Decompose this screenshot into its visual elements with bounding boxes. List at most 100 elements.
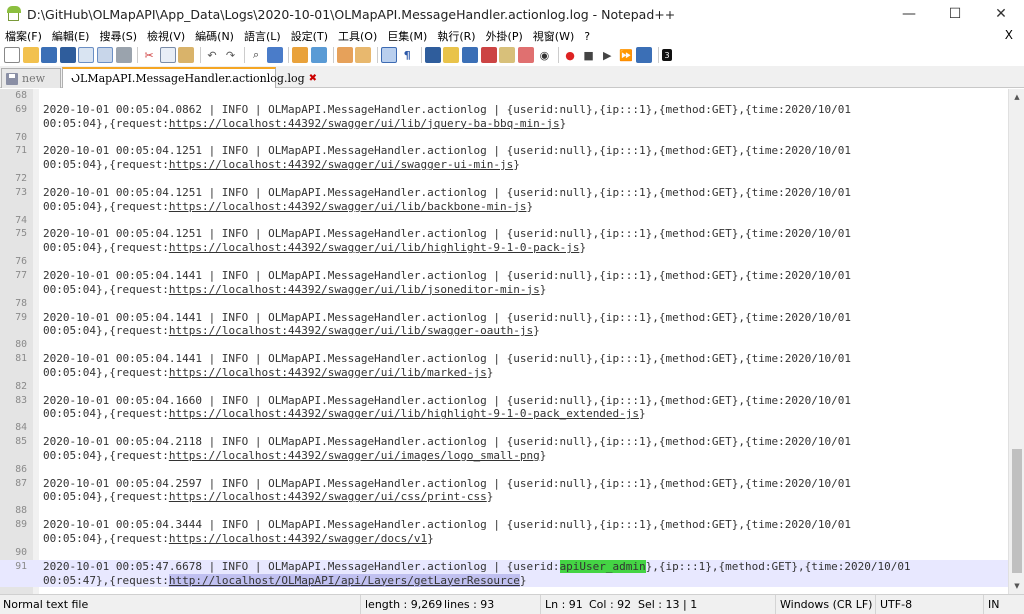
request-url-link[interactable]: https://localhost:44392/swagger/docs/v1: [169, 532, 427, 545]
cut-icon[interactable]: ✂: [141, 47, 157, 63]
line-text: 2020-10-01 00:05:47.6678 | INFO | OLMapA…: [43, 559, 911, 574]
indent-guide-icon[interactable]: [424, 47, 441, 63]
vertical-scrollbar[interactable]: ▲ ▼: [1008, 89, 1024, 594]
editor-line: 79 2020-10-01 00:05:04.1441 | INFO | OLMa…: [0, 311, 1008, 325]
request-prefix: 00:05:04},{request:: [43, 282, 169, 296]
close-document-button[interactable]: X: [1005, 28, 1013, 42]
tab-new[interactable]: new: [1, 68, 61, 88]
menu-plugins[interactable]: 外掛(P): [481, 28, 528, 44]
menu-settings[interactable]: 設定(T): [286, 28, 333, 44]
tab-actionlog[interactable]: OLMapAPI.MessageHandler.actionlog.log ✖: [62, 67, 317, 88]
line-text-wrap: 00:05:04},{request:https://localhost:443…: [43, 449, 546, 463]
close-all-icon[interactable]: [96, 47, 113, 63]
redo-icon[interactable]: ↷: [223, 47, 239, 63]
eye-icon[interactable]: ◉: [536, 47, 552, 63]
function-list-icon[interactable]: [480, 47, 497, 63]
request-url-link[interactable]: https://localhost:44392/swagger/ui/lib/s…: [169, 324, 533, 337]
save-icon[interactable]: [41, 47, 58, 63]
editor-line-wrap: 00:05:04},{request:https://localhost:443…: [0, 407, 1008, 421]
editor-line-wrap: 00:05:04},{request:https://localhost:443…: [0, 366, 1008, 380]
smart-highlight: apiUser_admin: [559, 559, 646, 573]
line-text-wrap: 00:05:04},{request:https://localhost:443…: [43, 158, 520, 172]
save-icon: [6, 72, 18, 85]
line-text: 2020-10-01 00:05:04.1441 | INFO | OLMapA…: [43, 268, 851, 282]
request-url-link[interactable]: https://localhost:44392/swagger/ui/swagg…: [169, 158, 513, 171]
request-url-link[interactable]: https://localhost:44392/swagger/ui/css/p…: [169, 490, 487, 503]
menu-window[interactable]: 視窗(W): [528, 28, 579, 44]
line-number: 85: [15, 436, 27, 448]
request-suffix: }: [579, 241, 587, 255]
request-url-link[interactable]: https://localhost:44392/swagger/ui/lib/j…: [169, 283, 540, 296]
plugin-icon[interactable]: 3: [662, 49, 672, 61]
line-number: 80: [15, 339, 27, 351]
line-number: 91: [15, 560, 27, 572]
request-suffix: }: [519, 573, 527, 587]
tab-label: new: [22, 72, 46, 85]
save-all-icon[interactable]: [59, 47, 76, 63]
editor-line: 70: [0, 131, 1008, 145]
request-prefix: 00:05:04},{request:: [43, 448, 169, 462]
menu-edit[interactable]: 編輯(E): [47, 28, 95, 44]
menu-file[interactable]: 檔案(F): [0, 28, 47, 44]
stop-macro-icon[interactable]: ■: [581, 47, 597, 63]
copy-icon[interactable]: [159, 47, 176, 63]
doc-map-icon[interactable]: [462, 47, 479, 63]
code-area[interactable]: 68 69 2020-10-01 00:05:04.0862 | INFO | OL…: [0, 89, 1008, 588]
request-url-link[interactable]: https://localhost:44392/swagger/ui/lib/h…: [169, 241, 580, 254]
editor-line: 86: [0, 463, 1008, 477]
record-macro-icon[interactable]: ●: [562, 47, 578, 63]
scrollbar-thumb[interactable]: [1012, 449, 1022, 573]
status-encoding: UTF-8: [875, 595, 912, 614]
scroll-up-icon[interactable]: ▲: [1009, 89, 1024, 105]
sync-h-icon[interactable]: [355, 47, 372, 63]
request-url-link[interactable]: https://localhost:44392/swagger/ui/lib/m…: [169, 366, 487, 379]
sync-v-icon[interactable]: [336, 47, 353, 63]
request-suffix: }: [533, 324, 540, 338]
menu-help[interactable]: ?: [579, 30, 595, 43]
close-window-button[interactable]: ✕: [978, 0, 1024, 28]
find-icon[interactable]: ⌕: [248, 47, 264, 63]
zoom-in-icon[interactable]: [292, 47, 309, 63]
minimize-button[interactable]: —: [886, 0, 932, 28]
menu-macro[interactable]: 巨集(M): [382, 28, 432, 44]
print-icon[interactable]: [115, 47, 132, 63]
menu-search[interactable]: 搜尋(S): [94, 28, 142, 44]
folder-workspace-icon[interactable]: [499, 47, 516, 63]
menu-language[interactable]: 語言(L): [239, 28, 286, 44]
run-macro-multiple-icon[interactable]: ⏩: [618, 47, 634, 63]
editor-line: 84: [0, 421, 1008, 435]
request-prefix: 00:05:04},{request:: [43, 490, 169, 504]
save-macro-icon[interactable]: [636, 47, 653, 63]
open-file-icon[interactable]: [22, 47, 39, 63]
menu-encoding[interactable]: 編碼(N): [190, 28, 239, 44]
toolbar-separator: [420, 47, 422, 63]
request-url-link[interactable]: https://localhost:44392/swagger/ui/lib/j…: [169, 117, 560, 130]
line-text: 2020-10-01 00:05:04.2597 | INFO | OLMapA…: [43, 476, 851, 490]
scroll-down-icon[interactable]: ▼: [1009, 578, 1024, 594]
close-tab-icon[interactable]: ✖: [309, 73, 317, 84]
editor-line: 72: [0, 172, 1008, 186]
request-url-link[interactable]: https://localhost:44392/swagger/ui/lib/h…: [169, 407, 639, 420]
menu-tools[interactable]: 工具(O): [333, 28, 382, 44]
menu-view[interactable]: 檢視(V): [142, 28, 190, 44]
zoom-out-icon[interactable]: [310, 47, 327, 63]
line-text: 2020-10-01 00:05:04.1251 | INFO | OLMapA…: [43, 227, 851, 241]
selected-request-url[interactable]: http://localhost/OLMapAPI/api/Layers/get…: [168, 573, 520, 587]
request-url-link[interactable]: https://localhost:44392/swagger/ui/lib/b…: [169, 200, 527, 213]
menu-run[interactable]: 執行(R): [432, 28, 480, 44]
request-url-link[interactable]: https://localhost:44392/swagger/ui/image…: [169, 449, 540, 462]
maximize-button[interactable]: ☐: [932, 0, 978, 28]
new-file-icon[interactable]: [4, 47, 20, 63]
show-all-chars-icon[interactable]: ¶: [399, 47, 415, 63]
paste-icon[interactable]: [178, 47, 195, 63]
close-file-icon[interactable]: [78, 47, 95, 63]
editor[interactable]: 68 69 2020-10-01 00:05:04.0862 | INFO | OL…: [0, 89, 1024, 594]
undo-icon[interactable]: ↶: [204, 47, 220, 63]
word-wrap-icon[interactable]: [380, 47, 397, 63]
replace-icon[interactable]: [266, 47, 283, 63]
editor-line: 75 2020-10-01 00:05:04.1251 | INFO | OLMa…: [0, 227, 1008, 241]
status-insert-mode: IN: [983, 595, 999, 614]
udl-icon[interactable]: [443, 47, 460, 63]
play-macro-icon[interactable]: ▶: [599, 47, 615, 63]
monitor-icon[interactable]: [517, 47, 534, 63]
